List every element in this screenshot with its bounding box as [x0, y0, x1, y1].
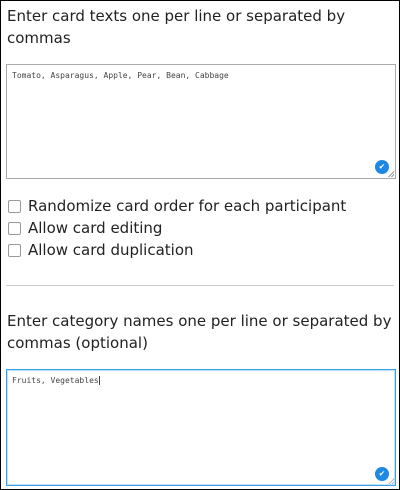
- option-label: Randomize card order for each participan…: [28, 197, 347, 215]
- checkbox-icon[interactable]: [8, 199, 21, 213]
- option-label: Allow card editing: [28, 219, 163, 237]
- cards-textarea-value: Tomato, Asparagus, Apple, Pear, Bean, Ca…: [12, 71, 229, 80]
- check-icon: ✔: [375, 160, 389, 174]
- cards-textarea[interactable]: Tomato, Asparagus, Apple, Pear, Bean, Ca…: [6, 64, 396, 179]
- option-label: Allow card duplication: [28, 241, 194, 259]
- categories-textarea[interactable]: Fruits, Vegetables ✔: [6, 369, 396, 486]
- checkbox-icon[interactable]: [8, 221, 21, 235]
- categories-textarea-value: Fruits, Vegetables: [12, 376, 99, 385]
- resize-handle-icon[interactable]: [388, 171, 394, 177]
- categories-label: Enter category names one per line or sep…: [7, 312, 392, 352]
- check-icon: ✔: [375, 467, 389, 481]
- resize-handle-icon[interactable]: [388, 478, 394, 484]
- divider: [6, 285, 394, 286]
- allow-duplication-checkbox[interactable]: Allow card duplication: [8, 241, 194, 259]
- allow-editing-checkbox[interactable]: Allow card editing: [8, 219, 162, 237]
- randomize-order-checkbox[interactable]: Randomize card order for each participan…: [8, 197, 346, 215]
- text-caret: [98, 376, 100, 385]
- cards-label: Enter card texts one per line or separat…: [7, 7, 346, 47]
- checkbox-icon[interactable]: [8, 243, 21, 257]
